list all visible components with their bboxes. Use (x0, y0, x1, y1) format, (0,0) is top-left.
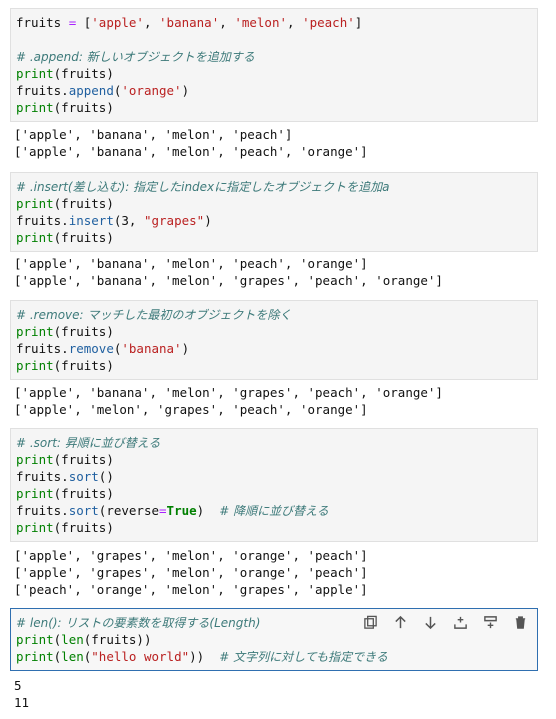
code-comment: # .insert(差し込む): 指定したindexに指定したオブジェクトを追加… (16, 180, 390, 194)
code-line: print(fruits) (16, 230, 114, 245)
code-line: print(fruits) (16, 324, 114, 339)
output-line: 5 (14, 678, 22, 693)
code-cell-5-active[interactable]: # len(): リストの要素数を取得する(Length) print(len(… (10, 608, 538, 671)
duplicate-icon[interactable] (361, 613, 379, 631)
code-cell-3[interactable]: # .remove: マッチした最初のオブジェクトを除く print(fruit… (10, 300, 538, 380)
arrow-up-icon[interactable] (391, 613, 409, 631)
code-line: fruits.sort(reverse=True) # 降順に並び替える (16, 503, 329, 518)
output-line: 11 (14, 695, 30, 710)
trash-icon[interactable] (511, 613, 529, 631)
code-line: # .insert(差し込む): 指定したindexに指定したオブジェクトを追加… (16, 178, 532, 195)
cell-output-1: ['apple', 'banana', 'melon', 'peach'] ['… (14, 126, 368, 160)
code-comment: # len(): リストの要素数を取得する(Length) (16, 616, 261, 630)
code-line: fruits.remove('banana') (16, 341, 190, 356)
code-line: fruits.append('orange') (16, 83, 190, 98)
code-line: fruits = ['apple', 'banana', 'melon', 'p… (16, 15, 363, 30)
cell-output-2: ['apple', 'banana', 'melon', 'peach', 'o… (14, 255, 443, 289)
inline-comment: # 文字列に対しても指定できる (219, 650, 388, 664)
cell-toolbar (361, 613, 529, 631)
code-line: print(fruits) (16, 452, 114, 467)
code-cell-2[interactable]: # .insert(差し込む): 指定したindexに指定したオブジェクトを追加… (10, 172, 538, 252)
output-line: ['apple', 'grapes', 'melon', 'orange', '… (14, 548, 368, 563)
code-line: print(len(fruits)) (16, 632, 152, 647)
code-line: # .sort: 昇順に並び替える (16, 434, 532, 451)
insert-below-icon[interactable] (481, 613, 499, 631)
insert-above-icon[interactable] (451, 613, 469, 631)
code-cell-1[interactable]: fruits = ['apple', 'banana', 'melon', 'p… (10, 8, 538, 122)
code-line: print(fruits) (16, 486, 114, 501)
code-line: # .remove: マッチした最初のオブジェクトを除く (16, 306, 532, 323)
output-line: ['apple', 'banana', 'melon', 'peach'] (14, 127, 293, 142)
code-comment: # .remove: マッチした最初のオブジェクトを除く (16, 308, 292, 322)
code-comment: # .sort: 昇順に並び替える (16, 436, 161, 450)
code-line: print(fruits) (16, 66, 114, 81)
code-line: print(fruits) (16, 100, 114, 115)
code-line: fruits.insert(3, "grapes") (16, 213, 212, 228)
inline-comment: # 降順に並び替える (219, 504, 329, 518)
code-cell-4[interactable]: # .sort: 昇順に並び替える print(fruits) fruits.s… (10, 428, 538, 542)
output-line: ['apple', 'melon', 'grapes', 'peach', 'o… (14, 402, 368, 417)
cell-output-4: ['apple', 'grapes', 'melon', 'orange', '… (14, 547, 368, 598)
code-line: # .append: 新しいオブジェクトを追加する (16, 48, 532, 65)
output-line: ['apple', 'banana', 'melon', 'grapes', '… (14, 273, 443, 288)
code-line: print(fruits) (16, 358, 114, 373)
cell-output-5: 5 11 (14, 677, 29, 711)
code-line: fruits.sort() (16, 469, 114, 484)
code-comment: # .append: 新しいオブジェクトを追加する (16, 50, 255, 64)
output-line: ['peach', 'orange', 'melon', 'grapes', '… (14, 582, 368, 597)
cell-output-3: ['apple', 'banana', 'melon', 'grapes', '… (14, 384, 443, 418)
arrow-down-icon[interactable] (421, 613, 439, 631)
output-line: ['apple', 'banana', 'melon', 'grapes', '… (14, 385, 443, 400)
output-line: ['apple', 'grapes', 'melon', 'orange', '… (14, 565, 368, 580)
code-line: print(fruits) (16, 520, 114, 535)
code-line: print(fruits) (16, 196, 114, 211)
code-line: print(len("hello world")) # 文字列に対しても指定でき… (16, 649, 388, 664)
output-line: ['apple', 'banana', 'melon', 'peach', 'o… (14, 144, 368, 159)
output-line: ['apple', 'banana', 'melon', 'peach', 'o… (14, 256, 368, 271)
